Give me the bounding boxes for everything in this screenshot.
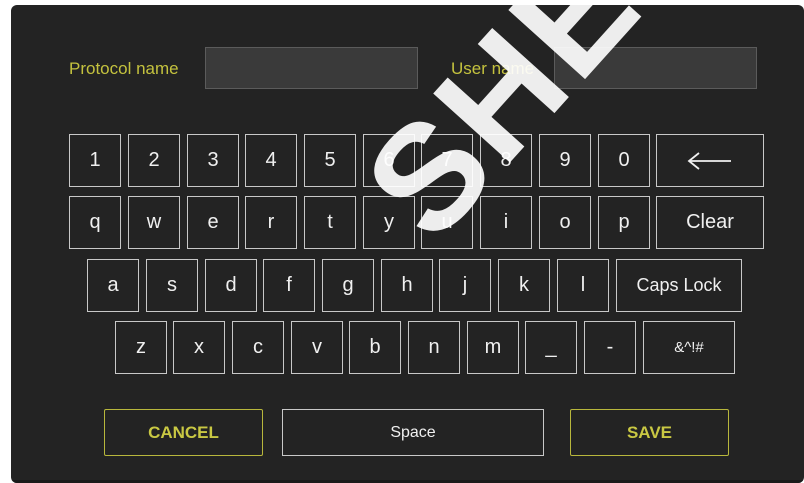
key-g[interactable]: g (322, 259, 374, 312)
key-d[interactable]: d (205, 259, 257, 312)
clear-key[interactable]: Clear (656, 196, 764, 249)
key-f[interactable]: f (263, 259, 315, 312)
key-4[interactable]: 4 (245, 134, 297, 187)
key-2[interactable]: 2 (128, 134, 180, 187)
key-l[interactable]: l (557, 259, 609, 312)
key-c[interactable]: c (232, 321, 284, 374)
key-y[interactable]: y (363, 196, 415, 249)
key-1[interactable]: 1 (69, 134, 121, 187)
key-v[interactable]: v (291, 321, 343, 374)
key-r[interactable]: r (245, 196, 297, 249)
key-u[interactable]: u (421, 196, 473, 249)
protocol-name-label: Protocol name (69, 59, 179, 78)
key-8[interactable]: 8 (480, 134, 532, 187)
keyboard-dialog: Protocol name User name 1 2 3 4 5 6 7 8 … (11, 5, 804, 483)
key-z[interactable]: z (115, 321, 167, 374)
protocol-name-input[interactable] (205, 47, 418, 89)
key-s[interactable]: s (146, 259, 198, 312)
key-p[interactable]: p (598, 196, 650, 249)
space-key[interactable]: Space (282, 409, 544, 456)
key-n[interactable]: n (408, 321, 460, 374)
key-h[interactable]: h (381, 259, 433, 312)
key-6[interactable]: 6 (363, 134, 415, 187)
backspace-key[interactable] (656, 134, 764, 187)
key-x[interactable]: x (173, 321, 225, 374)
key-minus[interactable]: - (584, 321, 636, 374)
user-name-label: User name (451, 59, 535, 78)
key-5[interactable]: 5 (304, 134, 356, 187)
key-9[interactable]: 9 (539, 134, 591, 187)
key-t[interactable]: t (304, 196, 356, 249)
cancel-button[interactable]: CANCEL (104, 409, 263, 456)
key-m[interactable]: m (467, 321, 519, 374)
key-i[interactable]: i (480, 196, 532, 249)
key-k[interactable]: k (498, 259, 550, 312)
key-a[interactable]: a (87, 259, 139, 312)
caps-lock-key[interactable]: Caps Lock (616, 259, 742, 312)
user-name-input[interactable] (554, 47, 757, 89)
arrow-left-icon (687, 151, 731, 170)
key-o[interactable]: o (539, 196, 591, 249)
key-e[interactable]: e (187, 196, 239, 249)
key-underscore[interactable]: _ (525, 321, 577, 374)
key-7[interactable]: 7 (421, 134, 473, 187)
key-q[interactable]: q (69, 196, 121, 249)
symbols-key[interactable]: &^!# (643, 321, 735, 374)
save-button[interactable]: SAVE (570, 409, 729, 456)
key-0[interactable]: 0 (598, 134, 650, 187)
key-b[interactable]: b (349, 321, 401, 374)
key-j[interactable]: j (439, 259, 491, 312)
key-3[interactable]: 3 (187, 134, 239, 187)
key-w[interactable]: w (128, 196, 180, 249)
